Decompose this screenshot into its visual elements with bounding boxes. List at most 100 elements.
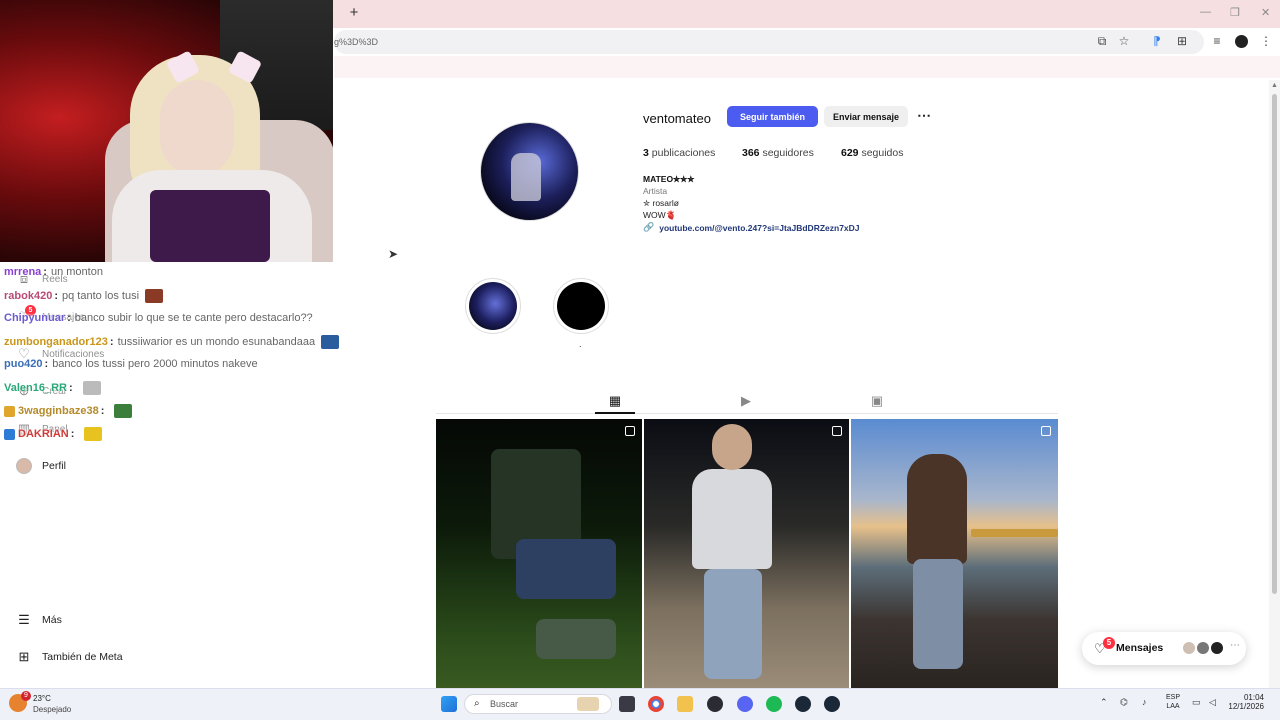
start-icon[interactable] xyxy=(441,696,457,712)
sidebar-item-meta[interactable]: ⊞ También de Meta xyxy=(16,649,123,665)
discord-icon[interactable] xyxy=(737,696,753,712)
post-thumbnail[interactable] xyxy=(851,419,1058,688)
profile-figure-shape xyxy=(511,153,541,201)
translate-icon[interactable]: ⁋ xyxy=(1149,34,1165,48)
tray-chevron-icon[interactable]: ⌃ xyxy=(1100,697,1108,708)
chat-username: DAKRIAN xyxy=(18,428,69,440)
face-shape xyxy=(160,80,234,176)
jeans-shape xyxy=(913,559,963,669)
jacket-shape xyxy=(907,454,967,564)
new-tab-button[interactable]: + xyxy=(347,4,361,21)
post-thumbnail[interactable] xyxy=(436,419,642,688)
profile-icon[interactable] xyxy=(1235,35,1248,48)
more-options-icon[interactable]: ⋯ xyxy=(914,106,934,127)
taskbar-search[interactable]: ⌕ Buscar xyxy=(464,694,612,714)
messages-pill[interactable]: ♡ 5 Mensajes ⋯ xyxy=(1082,632,1246,665)
maximize-icon[interactable]: ❐ xyxy=(1230,6,1240,19)
chat-badge-icon xyxy=(4,428,15,440)
posts-tab[interactable]: ▦ xyxy=(605,393,625,413)
scroll-up-icon[interactable]: ▲ xyxy=(1271,82,1278,89)
avatar xyxy=(1210,641,1224,655)
search-icon: ⌕ xyxy=(474,698,480,709)
reels-tab[interactable]: ▶ xyxy=(736,393,756,413)
task-view-icon[interactable] xyxy=(619,696,635,712)
bio-line: WOW🫀 xyxy=(643,210,677,220)
link-icon: 🔗 xyxy=(643,222,655,232)
network-icon[interactable]: ⌬ xyxy=(1120,697,1128,708)
followers-stat[interactable]: 366 seguidores xyxy=(742,147,814,159)
profile-username: ventomateo xyxy=(643,111,711,126)
sidebar-item-label: Más xyxy=(42,614,62,626)
weather-temp[interactable]: 23°C xyxy=(33,694,51,703)
mic-icon[interactable]: ♪ xyxy=(1142,697,1147,707)
railing-shape xyxy=(971,529,1058,537)
following-stat[interactable]: 629 seguidos xyxy=(841,147,903,159)
screen-cast-icon[interactable]: ⧉ xyxy=(1094,34,1110,49)
sidebar-item-more[interactable]: ☰ Más xyxy=(16,612,62,628)
tagged-tab[interactable]: ▣ xyxy=(867,393,887,413)
close-icon[interactable]: ✕ xyxy=(1261,6,1270,19)
chat-username: Valen16_RR xyxy=(4,382,67,394)
media-icon[interactable]: ≡ xyxy=(1209,34,1225,48)
search-highlight-icon xyxy=(577,697,599,711)
avatar xyxy=(1196,641,1210,655)
url-text[interactable]: g%3D%3D xyxy=(334,37,378,47)
follow-button[interactable]: Seguir también xyxy=(727,106,818,127)
volume-icon[interactable]: ◁ xyxy=(1209,697,1216,708)
language-top: ESP xyxy=(1165,694,1180,701)
multi-post-icon xyxy=(1041,426,1051,436)
chrome-icon[interactable] xyxy=(648,696,664,712)
posts-count: 3 xyxy=(643,147,649,159)
puzzle-icon[interactable]: ⊞ xyxy=(1174,34,1190,48)
scrollbar-thumb[interactable] xyxy=(1272,94,1277,594)
story-highlight[interactable] xyxy=(553,278,609,334)
clock-time: 01:04 xyxy=(1243,693,1264,702)
chat-username: 3wagginbaze38 xyxy=(18,405,99,417)
chat-message: rabok420: pq tanto los tusi xyxy=(4,289,164,303)
profile-picture[interactable] xyxy=(480,122,579,221)
chat-username: rabok420 xyxy=(4,290,53,302)
tabs-divider xyxy=(436,413,1058,414)
url-field[interactable] xyxy=(334,30,1204,54)
sidebar-item-label: También de Meta xyxy=(42,651,123,663)
chat-separator: : xyxy=(43,266,47,278)
clock[interactable]: 01:04 12/1/2026 xyxy=(1228,693,1264,711)
head-shape xyxy=(712,424,752,470)
mouse-cursor-icon: ➤ xyxy=(388,247,399,261)
spotify-icon[interactable] xyxy=(766,696,782,712)
sidebar-item-profile[interactable]: Perfil xyxy=(16,458,66,474)
weather-state[interactable]: Despejado xyxy=(33,705,71,714)
language-indicator[interactable]: ESP LAA xyxy=(1163,693,1183,711)
chat-emote-icon xyxy=(82,381,101,395)
grid-icon: ▦ xyxy=(608,393,622,408)
vertical-scrollbar[interactable]: ▲ xyxy=(1269,80,1280,688)
bio-link-text[interactable]: youtube.com/@vento.247?si=JtaJBdDRZezn7x… xyxy=(659,223,859,233)
display-icon[interactable]: ▭ xyxy=(1192,697,1201,708)
bio-line: ✮ rosarlø xyxy=(643,198,679,208)
star-icon[interactable]: ☆ xyxy=(1116,34,1132,48)
posts-label: publicaciones xyxy=(651,147,716,159)
following-label: seguidos xyxy=(861,147,904,159)
page-top-band xyxy=(334,56,1280,78)
chat-separator: : xyxy=(44,358,49,370)
post-thumbnail[interactable] xyxy=(644,419,849,688)
chat-text: banco subir lo que se te cante pero dest… xyxy=(74,312,313,324)
chat-emote-icon xyxy=(321,335,340,349)
chat-text: tussiiwarior es un mondo esunabandaaa xyxy=(117,336,316,348)
steam-icon[interactable] xyxy=(795,696,811,712)
minimize-icon[interactable]: — xyxy=(1200,6,1211,18)
file-explorer-icon[interactable] xyxy=(677,696,693,712)
chat-message: 3wagginbaze38: xyxy=(4,404,133,418)
obs-icon[interactable] xyxy=(707,696,723,712)
send-message-button[interactable]: Enviar mensaje xyxy=(824,106,908,127)
menu-icon[interactable]: ⋮ xyxy=(1258,34,1274,48)
jeans-shape xyxy=(704,569,762,679)
story-highlight[interactable] xyxy=(465,278,521,334)
steam-icon[interactable] xyxy=(824,696,840,712)
bio-link[interactable]: 🔗 youtube.com/@vento.247?si=JtaJBdDRZezn… xyxy=(643,222,860,233)
taskbar xyxy=(0,688,1280,720)
chat-text: pq tanto los tusi xyxy=(61,290,140,302)
search-label: Buscar xyxy=(490,699,519,709)
messages-label: Mensajes xyxy=(1116,642,1164,654)
chat-badge-icon xyxy=(4,405,15,417)
